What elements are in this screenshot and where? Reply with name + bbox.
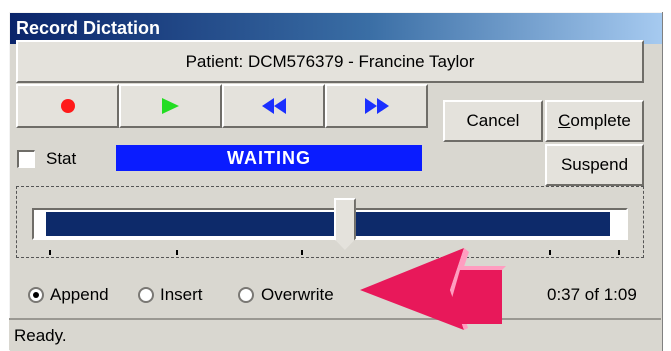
slider-tick [549, 250, 551, 255]
record-button[interactable] [16, 84, 119, 128]
time-display: 0:37 of 1:09 [547, 285, 637, 304]
suspend-label: Suspend [560, 155, 629, 174]
slider-tick [301, 250, 303, 255]
overwrite-label: Overwrite [261, 285, 334, 304]
window-title: Record Dictation [16, 18, 161, 38]
append-radio[interactable] [28, 287, 44, 303]
slider-tick [618, 250, 620, 255]
status-text: Ready. [14, 326, 67, 345]
record-icon [60, 99, 75, 113]
dictation-status-text: WAITING [227, 147, 311, 168]
fast-forward-icon [364, 98, 389, 114]
play-icon [162, 98, 179, 114]
dictation-status-display: WAITING [116, 145, 422, 171]
stat-checkbox[interactable] [17, 150, 35, 168]
fast-forward-button[interactable] [325, 84, 428, 128]
insert-radio[interactable] [138, 287, 154, 303]
position-slider-fill [46, 212, 610, 236]
complete-label: Complete [558, 111, 631, 130]
append-label: Append [50, 285, 109, 304]
overwrite-radio[interactable] [238, 287, 254, 303]
patient-info-button[interactable]: Patient: DCM576379 - Francine Taylor [16, 40, 644, 83]
play-button[interactable] [119, 84, 222, 128]
slider-tick [176, 250, 178, 255]
stat-label: Stat [46, 149, 77, 168]
patient-label: Patient: DCM576379 - Francine Taylor [185, 51, 475, 71]
cancel-button[interactable]: Cancel [443, 100, 543, 142]
rewind-icon [261, 98, 286, 114]
suspend-button[interactable]: Suspend [545, 144, 644, 186]
insert-label: Insert [160, 285, 203, 304]
slider-tick [49, 250, 51, 255]
status-bar: Ready. [9, 318, 661, 350]
cancel-label: Cancel [466, 111, 520, 130]
complete-button[interactable]: Complete [545, 100, 644, 142]
rewind-button[interactable] [222, 84, 325, 128]
pointer-arrow-icon [360, 248, 506, 330]
